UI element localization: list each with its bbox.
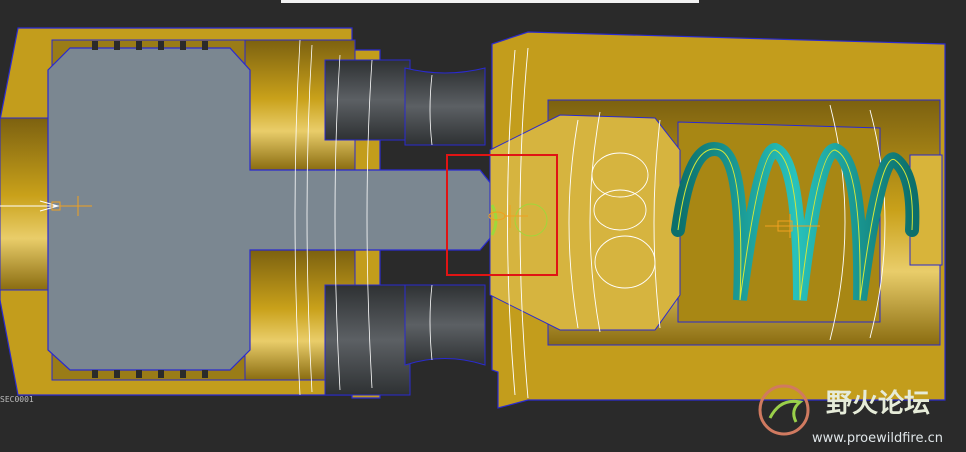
watermark-leaf-icon (768, 399, 804, 423)
watermark-url: www.proewildfire.cn (812, 431, 943, 446)
section-label: SEC0001 (0, 395, 34, 404)
cad-viewport[interactable]: SEC0001 野火论坛 www.proewildfire.cn (0, 0, 966, 452)
watermark-name: 野火论坛 (826, 389, 930, 419)
top-panel-edge (281, 0, 699, 3)
section-view-canvas[interactable]: SEC0001 野火论坛 www.proewildfire.cn (0, 0, 966, 452)
